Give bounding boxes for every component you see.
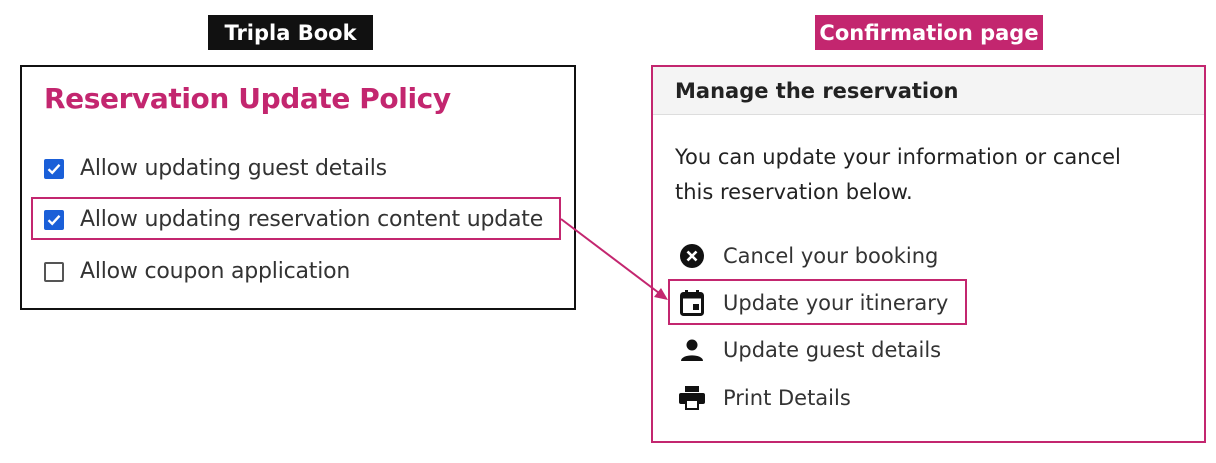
- checkbox-coupon[interactable]: [44, 261, 64, 282]
- cancel-circle-icon: [679, 243, 705, 269]
- highlight-box-policy: [31, 197, 561, 240]
- option-label: Allow coupon application: [80, 259, 351, 284]
- printer-icon: [679, 385, 705, 411]
- update-guest-details-link[interactable]: Update guest details: [679, 337, 941, 363]
- action-label: Update guest details: [723, 338, 942, 362]
- action-label: Cancel your booking: [723, 244, 939, 268]
- option-label: Allow updating guest details: [80, 156, 387, 181]
- option-guest-details[interactable]: Allow updating guest details: [44, 156, 387, 181]
- manage-reservation-panel: Manage the reservation You can update yo…: [651, 65, 1206, 443]
- tripla-book-label: Tripla Book: [208, 15, 373, 50]
- confirmation-page-label: Confirmation page: [815, 15, 1043, 50]
- check-icon: [47, 163, 61, 175]
- policy-title: Reservation Update Policy: [44, 82, 451, 115]
- highlight-box-itinerary: [668, 279, 967, 325]
- cancel-booking-link[interactable]: Cancel your booking: [679, 243, 938, 269]
- action-label: Print Details: [723, 386, 851, 410]
- reservation-update-policy-panel: Reservation Update Policy Allow updating…: [20, 65, 576, 310]
- checkbox-guest-details[interactable]: [44, 158, 64, 179]
- person-icon: [679, 337, 705, 363]
- manage-header: Manage the reservation: [653, 67, 1204, 115]
- print-details-link[interactable]: Print Details: [679, 385, 851, 411]
- manage-description: You can update your information or cance…: [675, 145, 1121, 204]
- option-coupon[interactable]: Allow coupon application: [44, 259, 350, 284]
